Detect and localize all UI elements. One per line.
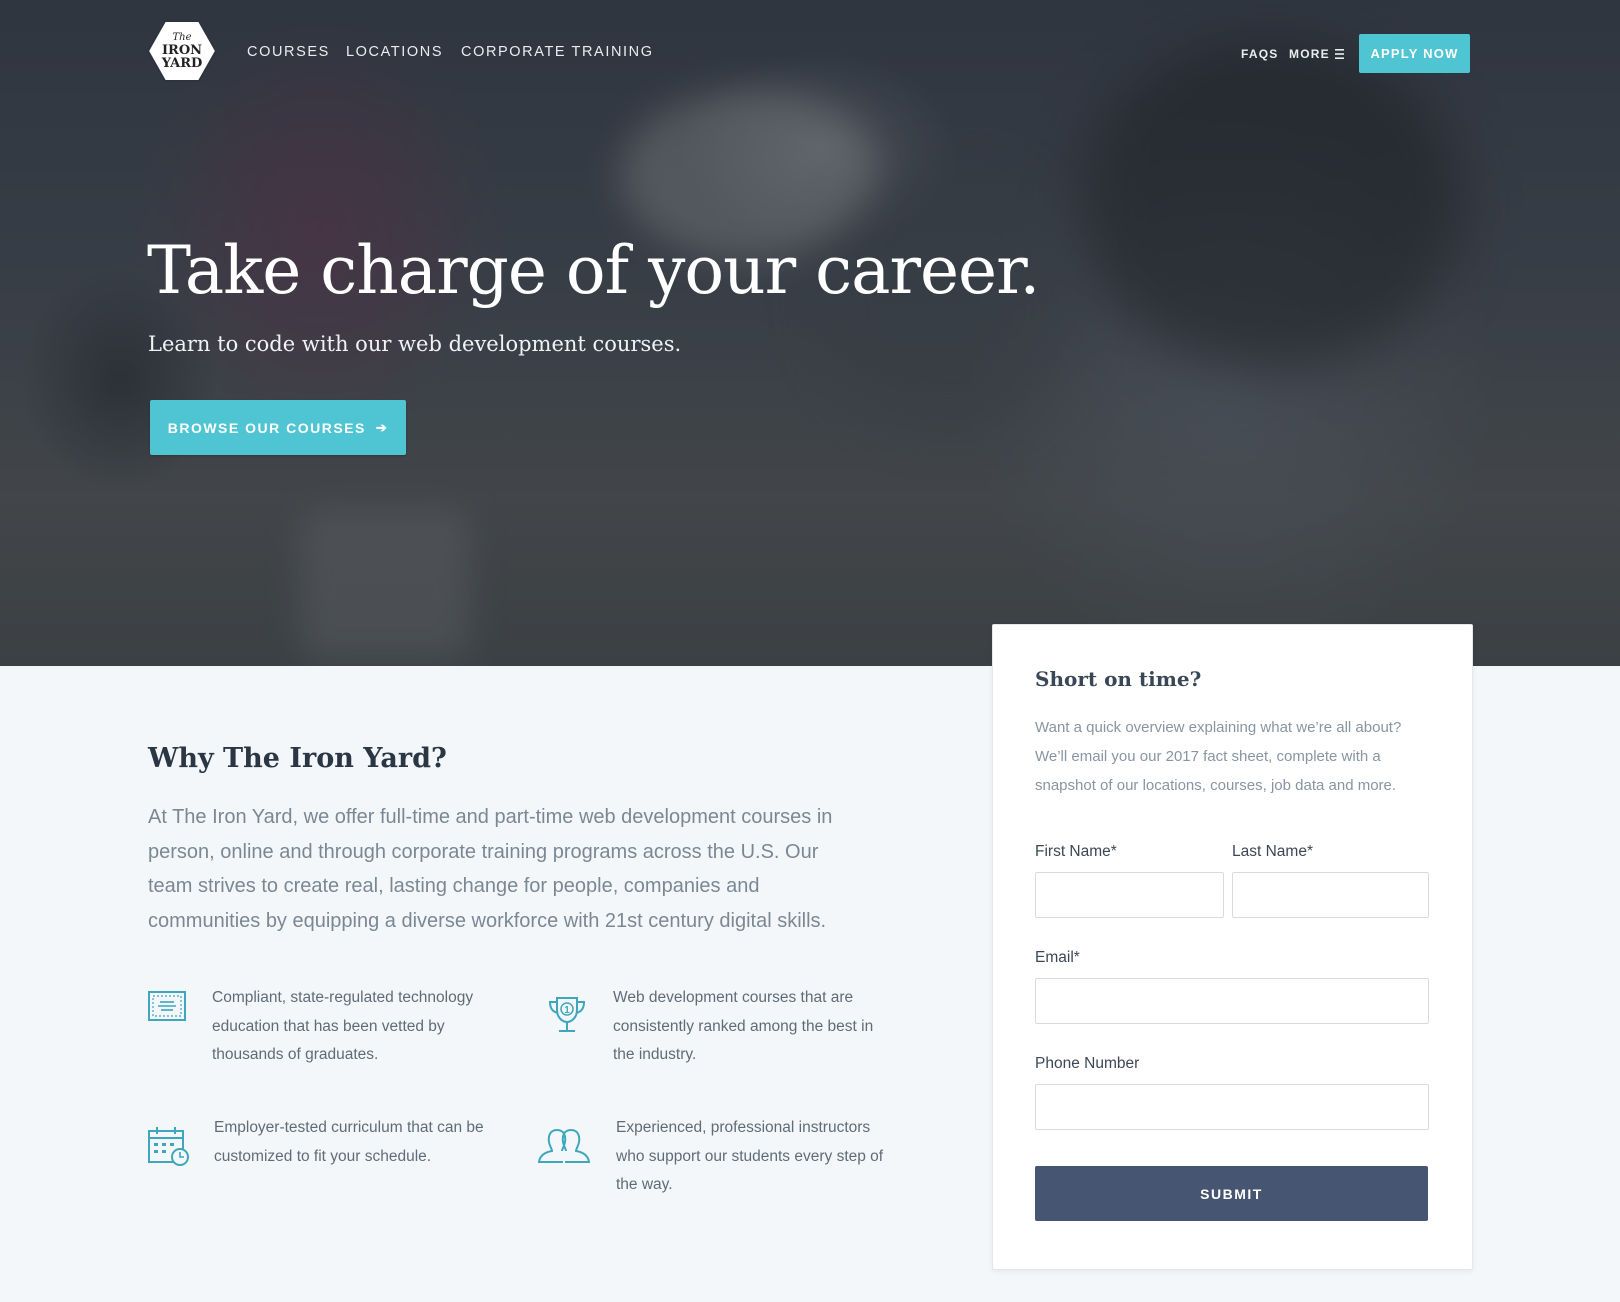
hero-headline: Take charge of your career. xyxy=(147,232,1040,309)
form-description: Want a quick overview explaining what we… xyxy=(1035,719,1402,794)
trophy-icon: 1 xyxy=(548,997,586,1032)
nav-more-button[interactable]: MORE xyxy=(1289,47,1344,61)
top-navigation: The IRON YARD Courses Locations Corporat… xyxy=(0,0,1620,110)
feature-text: Web development courses that are consist… xyxy=(613,989,874,1063)
why-section-text: At The Iron Yard, we offer full-time and… xyxy=(148,806,833,932)
arrow-right-icon: ➔ xyxy=(375,419,389,435)
last-name-field[interactable] xyxy=(1232,872,1429,918)
svg-text:1: 1 xyxy=(564,1005,570,1016)
why-section-title: Why The Iron Yard? xyxy=(148,743,447,774)
svg-text:YARD: YARD xyxy=(161,56,203,71)
calendar-clock-icon xyxy=(148,1127,189,1166)
certificate-icon xyxy=(148,991,186,1021)
nav-link-courses[interactable]: Courses xyxy=(247,44,330,60)
email-field[interactable] xyxy=(1035,978,1429,1024)
phone-field[interactable] xyxy=(1035,1084,1429,1130)
hero-subheadline: Learn to code with our web development c… xyxy=(148,332,682,356)
feature-text: Experienced, professional instructors wh… xyxy=(616,1119,884,1193)
apply-now-button[interactable]: APPLY NOW xyxy=(1359,34,1470,73)
fact-sheet-form: Short on time? Want a quick overview exp… xyxy=(992,624,1473,1270)
nav-link-faqs[interactable]: FAQS xyxy=(1241,47,1278,61)
first-name-field[interactable] xyxy=(1035,872,1224,918)
nav-link-locations[interactable]: Locations xyxy=(346,44,443,60)
svg-text:The: The xyxy=(172,32,191,43)
form-title: Short on time? xyxy=(1035,667,1202,691)
people-icon xyxy=(537,1129,591,1163)
phone-label: Phone Number xyxy=(1035,1055,1140,1072)
feature-text: Employer-tested curriculum that can be c… xyxy=(214,1119,484,1165)
submit-button[interactable]: SUBMIT xyxy=(1035,1166,1428,1221)
menu-icon xyxy=(1334,48,1344,59)
browse-courses-label: BROWSE OUR COURSES xyxy=(167,419,366,436)
browse-courses-button[interactable]: BROWSE OUR COURSES ➔ xyxy=(150,400,406,455)
last-name-label: Last Name* xyxy=(1232,843,1313,860)
nav-more-label: MORE xyxy=(1289,47,1330,61)
iron-yard-logo[interactable]: The IRON YARD xyxy=(147,20,217,82)
first-name-label: First Name* xyxy=(1035,843,1117,860)
email-label: Email* xyxy=(1035,949,1080,966)
nav-link-corporate-training[interactable]: Corporate Training xyxy=(461,44,654,60)
feature-text: Compliant, state-regulated technology ed… xyxy=(212,989,474,1063)
